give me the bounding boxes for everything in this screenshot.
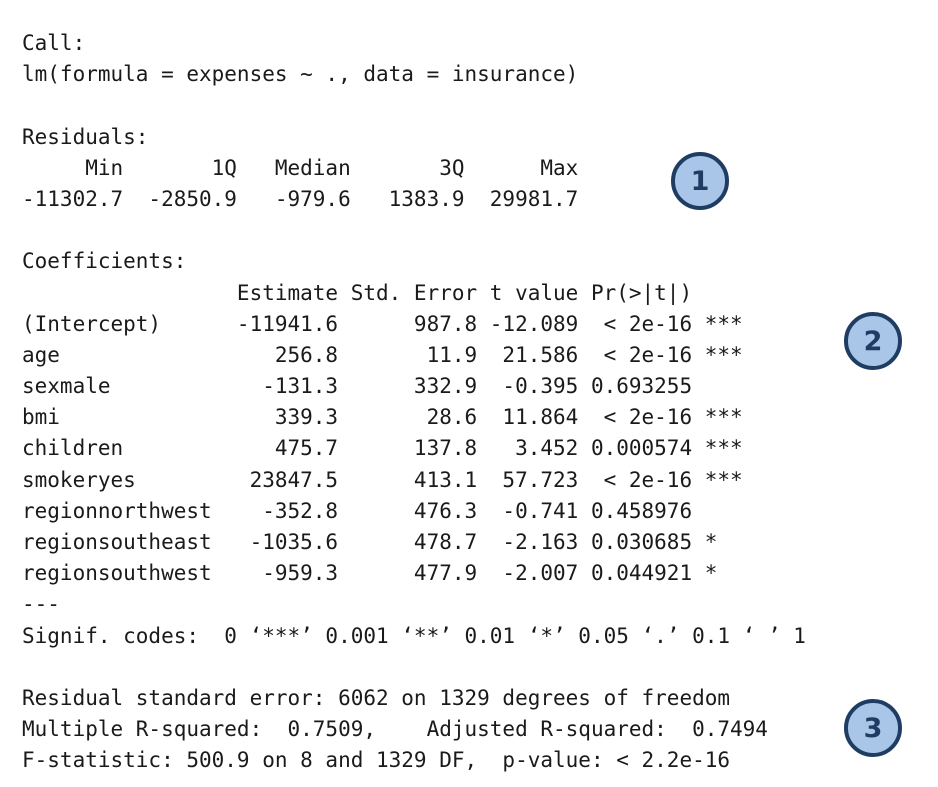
output-line: Multiple R-squared: 0.7509, Adjusted R-s…	[22, 717, 781, 742]
coefficients-callout-badge: 2	[844, 312, 902, 370]
output-line: bmi 339.3 28.6 11.864 < 2e-16 ***	[22, 405, 743, 430]
output-line: (Intercept) -11941.6 987.8 -12.089 < 2e-…	[22, 311, 743, 336]
output-line: Residual standard error: 6062 on 1329 de…	[22, 685, 731, 710]
output-line: sexmale -131.3 332.9 -0.395 0.693255	[22, 374, 743, 399]
output-line: regionsoutheast -1035.6 478.7 -2.163 0.0…	[22, 530, 743, 554]
output-line: regionsouthwest -959.3 477.9 -2.007 0.04…	[22, 561, 743, 586]
output-line: lm(formula = expenses ~ ., data = insura…	[22, 62, 579, 87]
output-line: smokeryes 23847.5 413.1 57.723 < 2e-16 *…	[22, 467, 743, 492]
output-line: children 475.7 137.8 3.452 0.000574 ***	[22, 436, 743, 461]
output-line: Estimate Std. Error t value Pr(>|t|)	[22, 280, 743, 305]
output-line: Residuals:	[22, 124, 149, 149]
output-line: F-statistic: 500.9 on 8 and 1329 DF, p-v…	[22, 748, 731, 773]
output-line: ---	[22, 592, 60, 617]
regression-output: Call: lm(formula = expenses ~ ., data = i…	[22, 28, 806, 777]
output-line: Signif. codes: 0 ‘***’ 0.001 ‘**’ 0.01 ‘…	[22, 623, 806, 648]
output-line: Coefficients:	[22, 249, 187, 274]
residuals-callout-badge: 1	[671, 152, 729, 210]
output-line: Call:	[22, 31, 86, 55]
fit-statistics-callout-badge: 3	[844, 699, 902, 757]
output-line: regionnorthwest -352.8 476.3 -0.741 0.45…	[22, 498, 743, 523]
output-line: age 256.8 11.9 21.586 < 2e-16 ***	[22, 342, 743, 367]
